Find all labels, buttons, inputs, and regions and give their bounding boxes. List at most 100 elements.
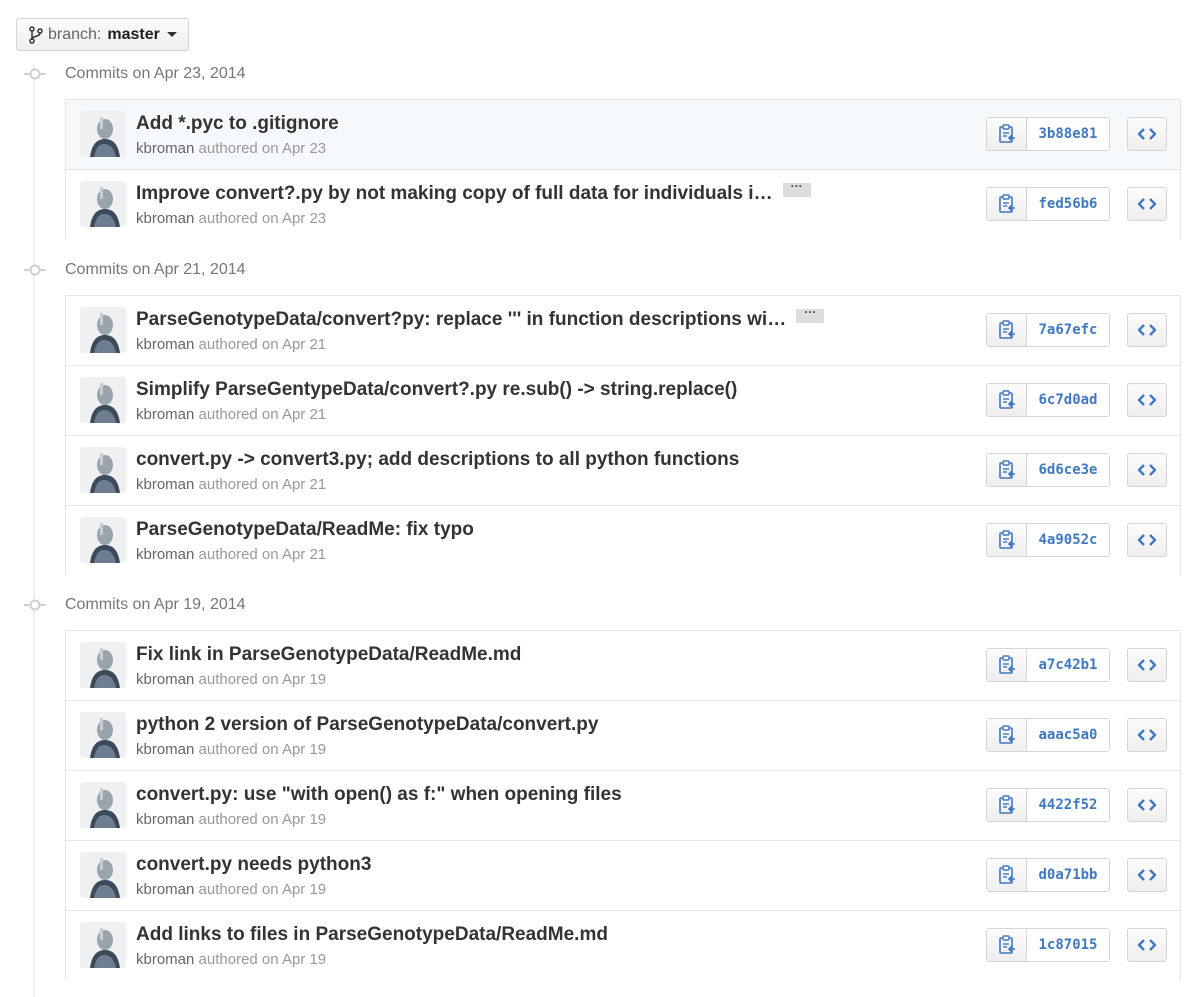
code-icon[interactable] — [1127, 648, 1167, 682]
commit-title-text[interactable]: Fix link in ParseGenotypeData/ReadMe.md — [136, 644, 521, 665]
avatar[interactable] — [80, 642, 126, 688]
commit-meta: kbroman authored on Apr 21 — [136, 546, 326, 563]
commit-authored-date: authored on Apr 21 — [198, 546, 327, 563]
commit-sha-link[interactable]: fed56b6 — [1027, 188, 1109, 220]
commit-authored-date: authored on Apr 19 — [198, 951, 327, 968]
commit-title-link[interactable]: Fix link in ParseGenotypeData/ReadMe.md — [136, 644, 521, 666]
commit-sha-link[interactable]: 4422f52 — [1027, 789, 1109, 821]
commit-title-text[interactable]: Add *.pyc to .gitignore — [136, 113, 339, 134]
avatar[interactable] — [80, 111, 126, 157]
commit-author-link[interactable]: kbroman — [136, 951, 194, 968]
clippy-icon[interactable] — [987, 384, 1027, 416]
commit-row: convert.py needs python3 kbroman authored… — [66, 841, 1180, 911]
commit-title-link[interactable]: convert.py: use "with open() as f:" when… — [136, 784, 622, 806]
code-icon[interactable] — [1127, 718, 1167, 752]
clippy-icon[interactable] — [987, 789, 1027, 821]
commit-title-text[interactable]: python 2 version of ParseGenotypeData/co… — [136, 714, 598, 735]
commit-row: ParseGenotypeData/convert?py: replace ''… — [66, 296, 1180, 366]
commit-title-link[interactable]: convert.py needs python3 — [136, 854, 371, 876]
commit-group-title: Commits on Apr 21, 2014 — [65, 261, 246, 278]
code-icon[interactable] — [1127, 928, 1167, 962]
commit-sha-link[interactable]: 6d6ce3e — [1027, 454, 1109, 486]
commit-author-link[interactable]: kbroman — [136, 671, 194, 688]
clippy-icon[interactable] — [987, 649, 1027, 681]
avatar[interactable] — [80, 307, 126, 353]
commit-author-link[interactable]: kbroman — [136, 210, 194, 227]
commit-sha-link[interactable]: 7a67efc — [1027, 314, 1109, 346]
clippy-icon[interactable] — [987, 719, 1027, 751]
avatar[interactable] — [80, 181, 126, 227]
commit-sha-group: 4422f52 — [986, 788, 1110, 822]
commit-title-text[interactable]: convert.py needs python3 — [136, 854, 371, 875]
commit-title-text[interactable]: convert.py -> convert3.py; add descripti… — [136, 449, 739, 470]
avatar[interactable] — [80, 782, 126, 828]
commit-sha-link[interactable]: 4a9052c — [1027, 524, 1109, 556]
avatar[interactable] — [80, 922, 126, 968]
commit-title-text[interactable]: Add links to files in ParseGenotypeData/… — [136, 924, 608, 945]
commit-title-text[interactable]: ParseGenotypeData/ReadMe: fix typo — [136, 519, 474, 540]
commit-title-link[interactable]: ParseGenotypeData/ReadMe: fix typo — [136, 519, 474, 541]
commit-group-header: Commits on Apr 23, 2014 — [24, 64, 246, 84]
clippy-icon[interactable] — [987, 188, 1027, 220]
commit-row: Simplify ParseGentypeData/convert?.py re… — [66, 366, 1180, 436]
commit-author-link[interactable]: kbroman — [136, 741, 194, 758]
commit-sha-group: fed56b6 — [986, 187, 1110, 221]
commit-title-link[interactable]: convert.py -> convert3.py; add descripti… — [136, 449, 739, 471]
commit-author-link[interactable]: kbroman — [136, 336, 194, 353]
clippy-icon[interactable] — [987, 314, 1027, 346]
commit-title-link[interactable]: ParseGenotypeData/convert?py: replace ''… — [136, 306, 825, 331]
code-icon[interactable] — [1127, 383, 1167, 417]
commit-title-link[interactable]: Add *.pyc to .gitignore — [136, 113, 339, 135]
commit-title-text[interactable]: ParseGenotypeData/convert?py: replace ''… — [136, 309, 786, 330]
code-icon[interactable] — [1127, 187, 1167, 221]
commit-sha-group: 7a67efc — [986, 313, 1110, 347]
code-icon[interactable] — [1127, 523, 1167, 557]
commit-title-link[interactable]: Add links to files in ParseGenotypeData/… — [136, 924, 608, 946]
commit-sha-link[interactable]: 6c7d0ad — [1027, 384, 1109, 416]
code-icon[interactable] — [1127, 788, 1167, 822]
commit-authored-date: authored on Apr 21 — [198, 336, 327, 353]
commit-title-text[interactable]: Improve convert?.py by not making copy o… — [136, 183, 773, 204]
commit-title-link[interactable]: python 2 version of ParseGenotypeData/co… — [136, 714, 598, 736]
commit-sha-link[interactable]: 1c87015 — [1027, 929, 1109, 961]
avatar[interactable] — [80, 517, 126, 563]
clippy-icon[interactable] — [987, 929, 1027, 961]
commit-sha-link[interactable]: aaac5a0 — [1027, 719, 1109, 751]
commit-group-header: Commits on Apr 21, 2014 — [24, 260, 246, 280]
expand-message-button[interactable]: ··· — [796, 306, 825, 323]
branch-prefix-label: branch: — [48, 25, 102, 43]
commit-title-text[interactable]: convert.py: use "with open() as f:" when… — [136, 784, 622, 805]
commit-author-link[interactable]: kbroman — [136, 140, 194, 157]
expand-message-button[interactable]: ··· — [782, 180, 811, 197]
commit-author-link[interactable]: kbroman — [136, 546, 194, 563]
clippy-icon[interactable] — [987, 454, 1027, 486]
commit-meta: kbroman authored on Apr 19 — [136, 741, 326, 758]
commit-sha-link[interactable]: 3b88e81 — [1027, 118, 1109, 150]
avatar[interactable] — [80, 447, 126, 493]
branch-name: master — [107, 25, 160, 43]
commit-author-link[interactable]: kbroman — [136, 476, 194, 493]
clippy-icon[interactable] — [987, 859, 1027, 891]
clippy-icon[interactable] — [987, 524, 1027, 556]
commit-author-link[interactable]: kbroman — [136, 811, 194, 828]
avatar[interactable] — [80, 852, 126, 898]
commit-meta: kbroman authored on Apr 23 — [136, 210, 326, 227]
code-icon[interactable] — [1127, 313, 1167, 347]
commit-list: Fix link in ParseGenotypeData/ReadMe.md k… — [65, 630, 1181, 981]
commit-author-link[interactable]: kbroman — [136, 406, 194, 423]
avatar[interactable] — [80, 712, 126, 758]
commit-title-link[interactable]: Improve convert?.py by not making copy o… — [136, 180, 811, 205]
commit-list: Add *.pyc to .gitignore kbroman authored … — [65, 99, 1181, 240]
clippy-icon[interactable] — [987, 118, 1027, 150]
commit-title-text[interactable]: Simplify ParseGentypeData/convert?.py re… — [136, 379, 737, 400]
code-icon[interactable] — [1127, 858, 1167, 892]
code-icon[interactable] — [1127, 117, 1167, 151]
code-icon[interactable] — [1127, 453, 1167, 487]
avatar[interactable] — [80, 377, 126, 423]
commit-group-title: Commits on Apr 19, 2014 — [65, 596, 246, 613]
branch-select-button[interactable]: branch: master — [16, 18, 189, 51]
commit-title-link[interactable]: Simplify ParseGentypeData/convert?.py re… — [136, 379, 737, 401]
commit-sha-link[interactable]: d0a71bb — [1027, 859, 1109, 891]
commit-sha-link[interactable]: a7c42b1 — [1027, 649, 1109, 681]
commit-author-link[interactable]: kbroman — [136, 881, 194, 898]
